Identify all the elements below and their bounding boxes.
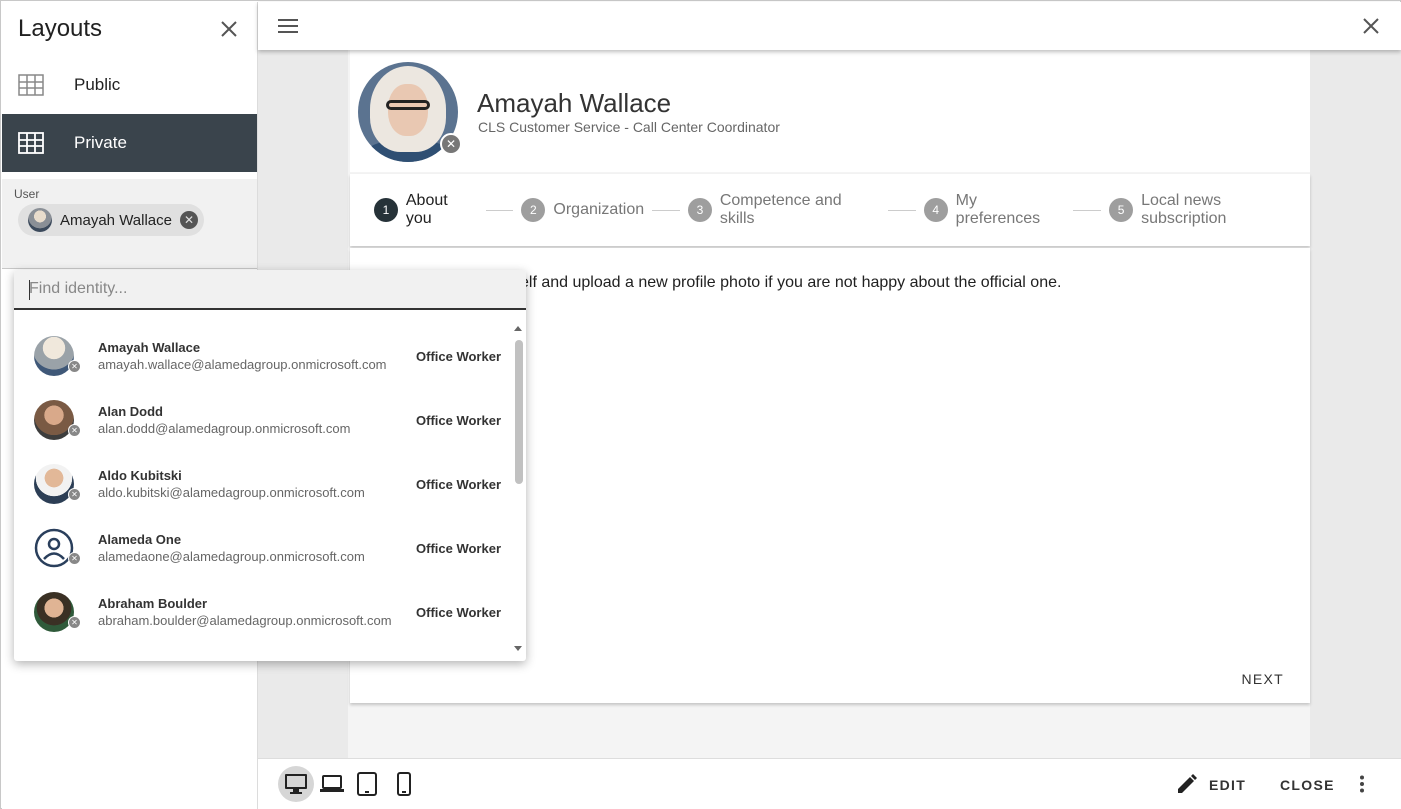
hamburger-icon	[278, 19, 298, 33]
status-x-icon: ✕	[68, 488, 81, 501]
step-connector	[887, 209, 916, 211]
step-label: Local news subscription	[1141, 192, 1227, 227]
avatar	[34, 336, 74, 376]
user-select-field[interactable]: User Amayah Wallace ✕	[2, 179, 257, 390]
profile-name: Amayah Wallace	[477, 88, 672, 118]
pencil-icon	[1176, 773, 1198, 800]
identity-name: Alameda One	[98, 532, 182, 547]
list-item[interactable]: ✕ Abraham Boulder abraham.boulder@alamed…	[14, 578, 511, 642]
step-preferences[interactable]: 4 My preferences	[923, 192, 1066, 228]
sidebar-item-public[interactable]: Public	[2, 56, 257, 114]
list-item[interactable]: ✕ Alameda One alamedaone@alamedagroup.on…	[14, 514, 511, 578]
list-item[interactable]: ✕ Aldo Kubitski aldo.kubitski@alamedagro…	[14, 450, 511, 514]
mobile-view-button[interactable]	[386, 766, 422, 802]
step-competence[interactable]: 3 Competence and skills	[687, 192, 880, 228]
identity-email: alamedaone@alamedagroup.onmicrosoft.com	[98, 549, 365, 564]
avatar	[34, 464, 74, 504]
avatar	[28, 208, 52, 232]
scrollbar-thumb[interactable]	[515, 340, 523, 484]
desktop-icon	[285, 774, 307, 794]
laptop-icon	[320, 775, 344, 792]
sidebar-item-label: Private	[74, 133, 127, 152]
avatar	[34, 528, 74, 568]
close-icon	[221, 21, 237, 37]
user-chip-label: Amayah Wallace	[60, 211, 172, 229]
close-icon	[1363, 18, 1379, 34]
identity-name: Abraham Boulder	[98, 596, 208, 611]
user-chip[interactable]: Amayah Wallace ✕	[18, 204, 204, 236]
step-connector	[485, 209, 514, 211]
identity-type: Office Worker	[416, 349, 502, 364]
step-label: About you	[405, 192, 448, 227]
identity-name: Amayah Wallace	[98, 340, 201, 355]
step-about-you[interactable]: 1 About you	[374, 192, 478, 228]
top-bar	[258, 2, 1401, 50]
sidebar-item-label: Public	[74, 75, 121, 94]
grid-icon	[18, 130, 44, 156]
text-caret	[29, 280, 30, 300]
close-layout-button[interactable]: CLOSE	[1280, 777, 1335, 793]
step-organization[interactable]: 2 Organization	[521, 198, 644, 222]
laptop-view-button[interactable]	[314, 766, 350, 802]
close-sidebar-button[interactable]	[217, 17, 241, 41]
person-outline-icon	[34, 528, 74, 568]
step-number: 3	[687, 198, 712, 222]
sidebar-title: Layouts	[18, 15, 103, 42]
more-options-icon[interactable]	[1359, 775, 1365, 798]
identity-name: Alan Dodd	[98, 404, 163, 419]
mobile-icon	[397, 772, 411, 796]
identity-type: Office Worker	[416, 477, 502, 492]
identity-name: Aldo Kubitski	[98, 468, 182, 483]
grid-icon	[18, 72, 44, 98]
app-frame: Layouts Public Private User Amayah Walla…	[0, 0, 1401, 809]
identity-email: amayah.wallace@alamedagroup.onmicrosoft.…	[98, 357, 387, 372]
step-label: Competence and skills	[719, 192, 842, 227]
intro-text: elf and upload a new profile photo if yo…	[520, 274, 1062, 291]
profile-role: CLS Customer Service - Call Center Coord…	[478, 119, 780, 135]
desktop-view-button[interactable]	[278, 766, 314, 802]
sidebar-item-private[interactable]: Private	[2, 114, 257, 172]
identity-email: aldo.kubitski@alamedagroup.onmicrosoft.c…	[98, 485, 365, 500]
close-button[interactable]	[1359, 14, 1383, 38]
scroll-up-icon[interactable]	[514, 326, 522, 331]
status-x-icon: ✕	[68, 424, 81, 437]
status-x-icon: ✕	[68, 552, 81, 565]
identity-dropdown: ✕ Amayah Wallace amayah.wallace@alamedag…	[14, 270, 526, 661]
identity-list: ✕ Amayah Wallace amayah.wallace@alamedag…	[14, 322, 511, 642]
edit-button[interactable]: EDIT	[1209, 777, 1246, 793]
list-item[interactable]: ✕ Alan Dodd alan.dodd@alamedagroup.onmic…	[14, 386, 511, 450]
identity-type: Office Worker	[416, 605, 502, 620]
sidebar-header: Layouts	[2, 2, 257, 56]
scroll-down-icon[interactable]	[514, 646, 522, 651]
avatar	[34, 592, 74, 632]
step-label: My preferences	[955, 192, 1041, 227]
next-button[interactable]: NEXT	[1241, 671, 1284, 687]
identity-email: abraham.boulder@alamedagroup.onmicrosoft…	[98, 613, 392, 628]
tablet-view-button[interactable]	[349, 766, 385, 802]
list-item[interactable]: ✕ Amayah Wallace amayah.wallace@alamedag…	[14, 322, 511, 386]
bottom-bar: EDIT CLOSE	[258, 758, 1401, 809]
remove-chip-icon[interactable]: ✕	[180, 211, 198, 229]
step-label: Organization	[553, 201, 645, 218]
status-x-icon: ✕	[68, 360, 81, 373]
step-number: 4	[923, 198, 948, 222]
step-number: 5	[1109, 198, 1134, 222]
user-field-label: User	[14, 187, 40, 201]
identity-email: alan.dodd@alamedagroup.onmicrosoft.com	[98, 421, 351, 436]
menu-button[interactable]	[276, 14, 300, 38]
find-identity-field[interactable]	[14, 270, 526, 310]
step-number: 1	[374, 198, 398, 222]
remove-photo-icon[interactable]: ✕	[440, 133, 462, 155]
step-number: 2	[521, 198, 546, 222]
status-x-icon: ✕	[68, 616, 81, 629]
step-news-subscription[interactable]: 5 Local news subscription	[1109, 192, 1310, 228]
tablet-icon	[357, 772, 377, 796]
identity-type: Office Worker	[416, 413, 502, 428]
step-connector	[652, 209, 680, 211]
identity-type: Office Worker	[416, 541, 502, 556]
avatar	[34, 400, 74, 440]
step-connector	[1073, 209, 1102, 211]
wizard-stepper: 1 About you 2 Organization 3 Competence …	[350, 174, 1310, 246]
find-identity-input[interactable]	[14, 270, 526, 308]
